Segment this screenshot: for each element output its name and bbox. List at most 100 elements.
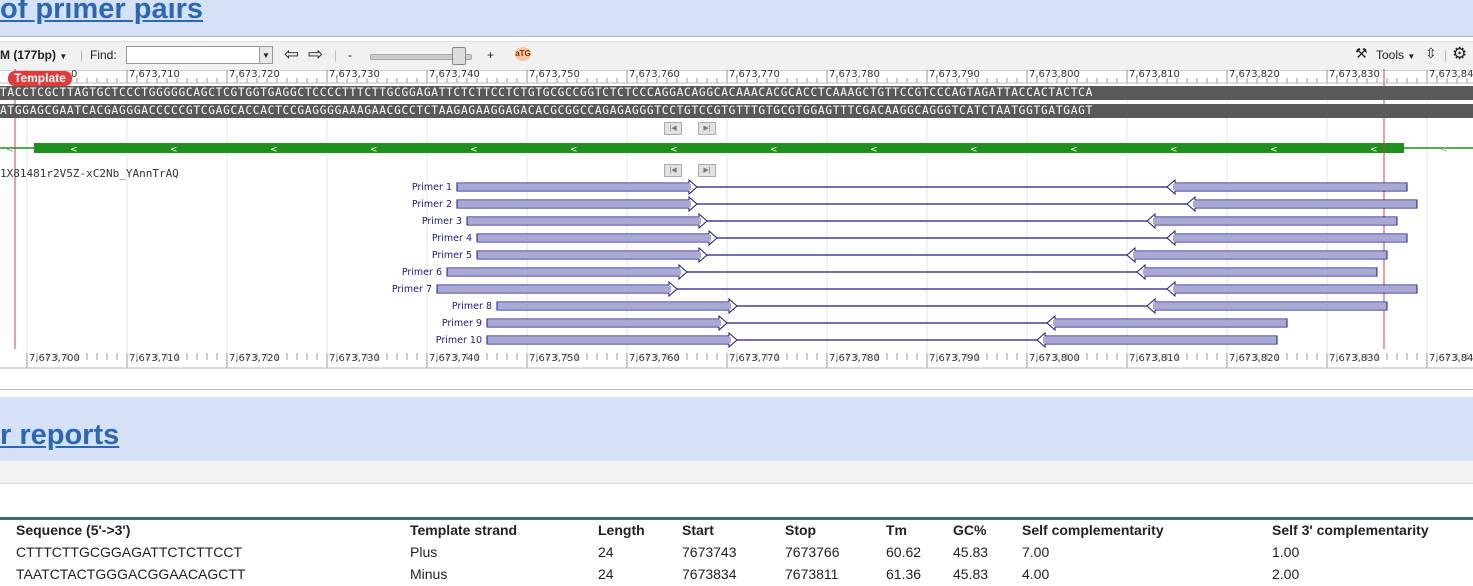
cell-gc: 45.83 (953, 566, 989, 582)
primer-label[interactable]: Primer 3 (422, 216, 462, 227)
gene-direction-arrow: < (270, 145, 278, 155)
cell-stop: 7673766 (785, 544, 840, 560)
ruler-tick-label: 7,673,720 (229, 69, 280, 80)
cell-self3-compl: 1.00 (1272, 544, 1300, 560)
cell-strand: Minus (410, 566, 448, 582)
gene-direction-arrow: < (1170, 145, 1178, 155)
primer-label[interactable]: Primer 10 (436, 335, 482, 346)
ruler-tick-label: 7,673,710 (129, 353, 180, 364)
primer-label[interactable]: Primer 2 (412, 199, 452, 210)
col-stop: Stop (785, 522, 817, 538)
ruler-tick-label: 7,673,760 (629, 69, 680, 80)
ruler-tick-label: 7,673,790 (929, 69, 980, 80)
ruler-tick-label: 7,673,820 (1229, 69, 1280, 80)
report-header-row: Sequence (5'->3') Template strand Length… (0, 519, 1462, 541)
ruler-top: 0 7,673,710 7,673,720 7,673,730 7,673,740 7,6… (0, 69, 1473, 83)
col-length: Length (598, 522, 645, 538)
gene-direction-arrow: < (870, 145, 878, 155)
cell-length: 24 (598, 544, 614, 560)
primer-report-table: Sequence (5'->3') Template strand Length… (0, 519, 1462, 585)
gene-feature-bar (34, 143, 1404, 153)
gene-direction-arrow: < (970, 145, 978, 155)
ruler-tick-label: 7,673,84 (1429, 69, 1473, 80)
gene-direction-arrow: < (70, 145, 78, 155)
sequence-viewer: M (177bp) ▼ | Find: ▼ ⇦ ⇨ | - + aTG ⚒ To… (0, 36, 1473, 390)
col-template-strand: Template strand (410, 522, 518, 538)
cell-tm: 61.36 (886, 566, 922, 582)
primer-pairs-heading-link[interactable]: of primer pairs (0, 0, 203, 26)
reports-subband (0, 461, 1473, 484)
gene-direction-arrow: < (170, 145, 178, 155)
primer-label[interactable]: Primer 7 (392, 284, 432, 295)
cell-self3-compl: 2.00 (1272, 566, 1300, 582)
gene-direction-arrow: < (370, 145, 378, 155)
template-marker-badge[interactable]: Template (8, 71, 72, 86)
col-self-compl: Self complementarity (1022, 522, 1164, 538)
ruler-tick-label: 7,673,730 (329, 353, 380, 364)
ruler-tick-label: 7,673,84 (1429, 353, 1473, 364)
gene-direction-arrow: < (1270, 145, 1278, 155)
ruler-tick-label: 7,673,700 (29, 353, 80, 364)
ruler-tick-label: 7,673,780 (829, 69, 880, 80)
ruler-tick-label: 7,673,830 (1329, 353, 1380, 364)
sequence-plus-strand: TACCTCGCTTAGTGCTCCCTGGGGGCAGCTCGTGGTGAGG… (0, 86, 1473, 100)
ruler-tick-label: 7,673,730 (329, 69, 380, 80)
next-primer-button[interactable]: ▶| (698, 164, 716, 177)
prev-feature-button[interactable]: |◀ (664, 122, 682, 135)
next-feature-button[interactable]: ▶| (698, 122, 716, 135)
primer-label[interactable]: Primer 9 (442, 318, 482, 329)
cell-start: 7673743 (682, 544, 737, 560)
ruler-tick-label: 7,673,750 (529, 69, 580, 80)
ruler-tick-label: 7,673,780 (829, 353, 880, 364)
ruler-tick-label: 7,673,770 (729, 69, 780, 80)
gene-direction-arrow: < (1070, 145, 1078, 155)
cell-sequence: CTTTCTTGCGGAGATTCTCTTCCT (16, 544, 243, 560)
primer-pairs-band: of primer pairs (0, 0, 1473, 36)
primer-label[interactable]: Primer 6 (402, 267, 442, 278)
ruler-tick-label: 7,673,830 (1329, 69, 1380, 80)
ruler-tick-label: 7,673,770 (729, 353, 780, 364)
gene-direction-arrow: < (670, 145, 678, 155)
ruler-tick-label: 7,673,800 (1029, 353, 1080, 364)
cell-start: 7673834 (682, 566, 737, 582)
ruler-tick-label: 7,673,810 (1129, 69, 1180, 80)
ruler-tick-label: 7,673,810 (1129, 353, 1180, 364)
cell-sequence: TAATCTACTGGGACGGAACAGCTT (16, 566, 246, 582)
ruler-tick-label: 0 (71, 69, 78, 80)
ruler-bottom: 7,673,700 7,673,710 7,673,720 7,673,730 7,67… (0, 353, 1473, 367)
ruler-tick-label: 7,673,740 (429, 69, 480, 80)
ruler-tick-label: 7,673,820 (1229, 353, 1280, 364)
col-self3-compl: Self 3' complementarity (1272, 522, 1429, 538)
primer-label[interactable]: Primer 5 (432, 250, 472, 261)
primer-label[interactable]: Primer 4 (432, 233, 472, 244)
sequence-minus-strand: ATGGAGCGAATCACGAGGGACCCCCGTCGAGCACCACTCC… (0, 104, 1473, 118)
gene-direction-arrow: < (570, 145, 578, 155)
primer-reports-heading-link[interactable]: r reports (0, 419, 119, 452)
prev-primer-button[interactable]: |◀ (664, 164, 682, 177)
ruler-tick-label: 7,673,710 (129, 69, 180, 80)
ruler-tick-label: 7,673,760 (629, 353, 680, 364)
gene-direction-arrow: < (770, 145, 778, 155)
col-start: Start (682, 522, 714, 538)
cell-gc: 45.83 (953, 544, 989, 560)
table-row: CTTTCTTGCGGAGATTCTCTTCCT Plus 24 7673743… (0, 541, 1462, 563)
primer-reports-band: r reports (0, 397, 1473, 461)
ruler-tick-label: 7,673,790 (929, 353, 980, 364)
primer-label[interactable]: Primer 1 (412, 182, 452, 193)
cell-strand: Plus (410, 544, 438, 560)
ruler-tick-label: 7,673,800 (1029, 69, 1080, 80)
gene-direction-arrow: < (1370, 145, 1378, 155)
cell-self-compl: 7.00 (1022, 544, 1050, 560)
primer-track-label: 1X81481r2V5Z-xC2Nb_YAnnTrAQ (0, 167, 179, 180)
primer-label[interactable]: Primer 8 (452, 301, 492, 312)
ruler-tick-label: 7,673,740 (429, 353, 480, 364)
gene-direction-arrow: < (6, 145, 14, 155)
gene-direction-arrow: < (1440, 145, 1448, 155)
cell-stop: 7673811 (785, 566, 839, 582)
cell-tm: 60.62 (886, 544, 922, 560)
gene-direction-arrow: < (470, 145, 478, 155)
col-sequence: Sequence (5'->3') (16, 522, 131, 538)
cell-length: 24 (598, 566, 614, 582)
ruler-tick-label: 7,673,750 (529, 353, 580, 364)
table-row: TAATCTACTGGGACGGAACAGCTT Minus 24 767383… (0, 563, 1462, 585)
